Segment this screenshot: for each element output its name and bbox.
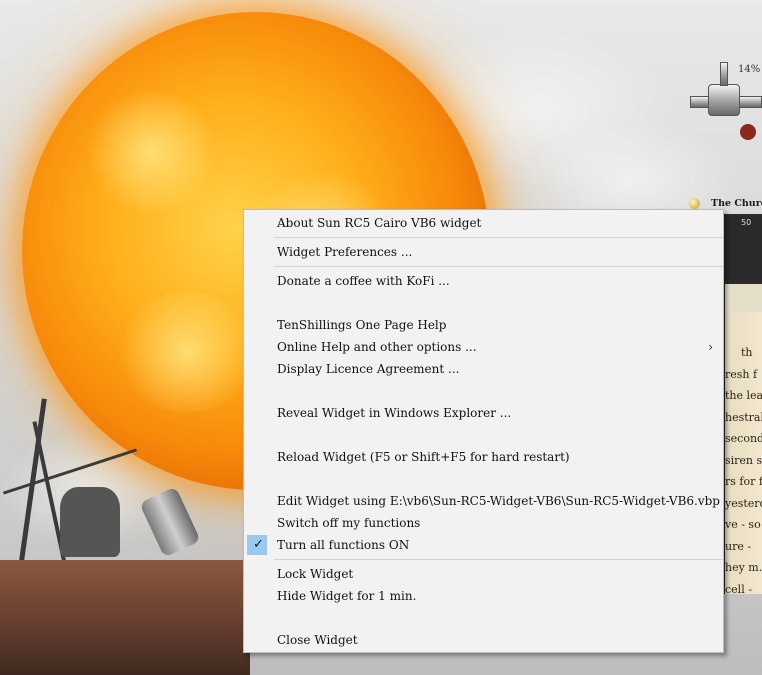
menu-item-label: Reload Widget (F5 or Shift+F5 for hard r… bbox=[277, 450, 570, 464]
menu-item-switch-off[interactable]: Switch off my functions bbox=[244, 512, 723, 534]
scroll-text-line: resh f bbox=[725, 367, 758, 381]
menu-item-help[interactable]: TenShillings One Page Help bbox=[244, 314, 723, 336]
menu-item-functions-on[interactable]: ✓ Turn all functions ON bbox=[244, 534, 723, 556]
menu-item-preferences[interactable]: Widget Preferences ... bbox=[244, 241, 723, 263]
ship-hull bbox=[0, 560, 250, 675]
gauge-valve bbox=[740, 124, 756, 140]
church-number: 50 bbox=[741, 218, 752, 227]
church-title: The Churc bbox=[711, 198, 762, 209]
desktop-background: 14% The Churc 50 music thresh fthe leahe… bbox=[0, 0, 762, 675]
menu-item-lock[interactable]: Lock Widget bbox=[244, 563, 723, 585]
menu-separator bbox=[274, 266, 723, 267]
scroll-text-line: yesterd bbox=[725, 496, 762, 510]
menu-item-reveal[interactable]: Reveal Widget in Windows Explorer ... bbox=[244, 402, 723, 424]
menu-separator bbox=[274, 559, 723, 560]
menu-item-donate[interactable]: Donate a coffee with KoFi ... bbox=[244, 270, 723, 292]
menu-item-label: TenShillings One Page Help bbox=[277, 318, 447, 332]
checkmark-icon: ✓ bbox=[253, 537, 264, 552]
scroll-text-line: ure - bbox=[725, 539, 752, 553]
sun-flare bbox=[112, 292, 262, 412]
gauge-percent: 14% bbox=[738, 64, 761, 75]
menu-item-label: Switch off my functions bbox=[277, 516, 421, 530]
gauge-body bbox=[708, 84, 740, 116]
ship-figure bbox=[60, 487, 120, 557]
menu-item-label: Display Licence Agreement ... bbox=[277, 362, 460, 376]
menu-item-reload[interactable]: Reload Widget (F5 or Shift+F5 for hard r… bbox=[244, 446, 723, 468]
menu-item-label: Widget Preferences ... bbox=[277, 245, 413, 259]
scroll-text-line: siren s bbox=[725, 453, 762, 467]
scroll-text-line: cell - bbox=[725, 582, 752, 595]
menu-item-edit[interactable]: Edit Widget using E:\vb6\Sun-RC5-Widget-… bbox=[244, 490, 723, 512]
menu-item-label: Lock Widget bbox=[277, 567, 354, 581]
gauge-stem bbox=[720, 62, 728, 86]
menu-item-label: Edit Widget using E:\vb6\Sun-RC5-Widget-… bbox=[277, 494, 720, 508]
menu-item-label: Hide Widget for 1 min. bbox=[277, 589, 417, 603]
menu-item-about[interactable]: About Sun RC5 Cairo VB6 widget bbox=[244, 212, 723, 234]
menu-separator bbox=[274, 237, 723, 238]
paper-top bbox=[725, 284, 762, 314]
menu-item-label: Donate a coffee with KoFi ... bbox=[277, 274, 450, 288]
scroll-paper: th resh f the lea hestral second siren s rs fo… bbox=[725, 312, 762, 594]
scroll-text-line: hestral bbox=[725, 410, 762, 424]
scroll-text-line: ve - so bbox=[725, 518, 761, 531]
menu-item-label: Online Help and other options ... bbox=[277, 340, 477, 354]
menu-item-label: Close Widget bbox=[277, 633, 358, 647]
menu-item-label: About Sun RC5 Cairo VB6 widget bbox=[277, 216, 482, 230]
scroll-text-line: hey m. bbox=[725, 561, 762, 574]
context-menu: About Sun RC5 Cairo VB6 widget Widget Pr… bbox=[243, 209, 724, 653]
scroll-text-line: the lea bbox=[725, 389, 762, 402]
church-bullet-icon bbox=[689, 198, 700, 209]
scroll-text-line: rs for f bbox=[725, 475, 762, 488]
menu-item-licence[interactable]: Display Licence Agreement ... bbox=[244, 358, 723, 380]
menu-item-label: Reveal Widget in Windows Explorer ... bbox=[277, 406, 512, 420]
menu-item-hide[interactable]: Hide Widget for 1 min. bbox=[244, 585, 723, 607]
sun-flare bbox=[82, 92, 222, 212]
scroll-text-line: second bbox=[725, 432, 762, 445]
menu-item-close[interactable]: Close Widget bbox=[244, 629, 723, 651]
menu-item-label: Turn all functions ON bbox=[277, 538, 410, 552]
gauge-widget[interactable]: 14% bbox=[688, 60, 762, 140]
menu-item-online-help[interactable]: Online Help and other options ... › bbox=[244, 336, 723, 358]
scroll-text-line: th bbox=[741, 346, 753, 359]
chevron-right-icon: › bbox=[708, 340, 713, 354]
